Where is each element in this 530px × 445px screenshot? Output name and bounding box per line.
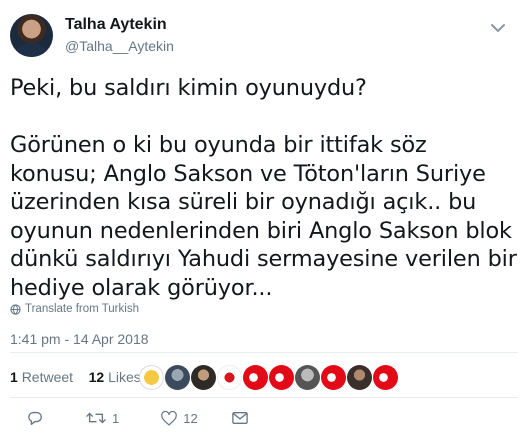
- engagement-stats: 1 Retweet 12 Likes: [10, 369, 141, 385]
- reply-icon[interactable]: [26, 409, 44, 427]
- tweet-text: Peki, bu saldırı kimin oyunuydu? Görünen…: [10, 75, 517, 301]
- retweet-stat[interactable]: 1 Retweet: [10, 369, 73, 385]
- translate-label[interactable]: Translate from Turkish: [25, 303, 139, 315]
- retweet-count: 1: [10, 369, 18, 385]
- translate-link[interactable]: Translate from Turkish: [10, 303, 139, 315]
- avatar[interactable]: [373, 365, 398, 390]
- user-name[interactable]: Talha Aytekin: [65, 16, 167, 34]
- globe-icon: [10, 303, 21, 315]
- avatar[interactable]: [10, 14, 53, 57]
- retweet-button[interactable]: 1: [86, 410, 119, 426]
- avatar[interactable]: [269, 365, 294, 390]
- avatar[interactable]: [347, 365, 372, 390]
- avatar[interactable]: [139, 365, 164, 390]
- like-button[interactable]: 12: [161, 410, 198, 426]
- likes-label: Likes: [108, 369, 141, 385]
- retweet-label: Retweet: [21, 369, 74, 385]
- retweet-icon: [86, 412, 106, 424]
- separator: [10, 397, 518, 398]
- separator: [10, 352, 518, 353]
- avatar[interactable]: [165, 365, 190, 390]
- likes-stat[interactable]: 12 Likes: [89, 369, 141, 385]
- message-icon[interactable]: [231, 411, 248, 425]
- avatar[interactable]: [243, 365, 268, 390]
- tweet-actions: 1 12: [26, 409, 248, 427]
- avatar[interactable]: [321, 365, 346, 390]
- chevron-down-icon[interactable]: [486, 16, 510, 40]
- like-action-count: 12: [183, 410, 198, 426]
- retweet-action-count: 1: [112, 410, 120, 426]
- avatar[interactable]: [295, 365, 320, 390]
- user-handle[interactable]: @Talha__Aytekin: [65, 38, 174, 54]
- avatar[interactable]: [217, 365, 242, 390]
- tweet-timestamp[interactable]: 1:41 pm - 14 Apr 2018: [10, 331, 149, 347]
- likes-count: 12: [88, 369, 105, 385]
- like-icon: [161, 410, 178, 425]
- avatar[interactable]: [191, 365, 216, 390]
- liker-avatars: [139, 365, 399, 390]
